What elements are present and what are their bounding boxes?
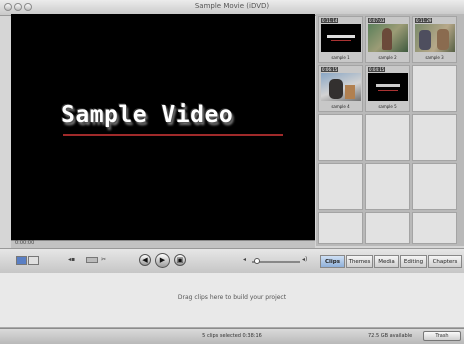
tab-editing[interactable]: Editing	[400, 255, 427, 268]
imovie-window: Sample Movie (iDVD) Sample Video 0:11:14…	[0, 0, 464, 344]
clip-label: sample 2	[378, 55, 397, 60]
clip-preview	[368, 24, 408, 52]
empty-clip-slot[interactable]	[318, 163, 363, 210]
empty-clip-slot[interactable]	[365, 114, 410, 161]
empty-clip-slot[interactable]	[412, 65, 457, 112]
trash-button[interactable]: Trash	[423, 331, 461, 341]
clip-preview	[321, 73, 361, 101]
clip-viewer-area[interactable]: Drag clips here to build your project	[0, 273, 464, 328]
playhead-time: 0:00:00	[15, 240, 35, 246]
clip-preview	[321, 24, 361, 52]
empty-clip-slot[interactable]	[365, 163, 410, 210]
clip-label: sample 4	[331, 104, 350, 109]
empty-clip-slot[interactable]	[412, 163, 457, 210]
empty-clip-slot[interactable]	[318, 212, 363, 244]
tab-themes[interactable]: Themes	[346, 255, 373, 268]
timeline-mode-button[interactable]	[28, 256, 39, 265]
empty-clip-slot[interactable]	[318, 114, 363, 161]
clip-label: sample 5	[378, 104, 397, 109]
volume-slider-knob[interactable]	[254, 258, 260, 264]
clip-duration: 0:11:14	[321, 18, 339, 23]
play-button[interactable]: ▶	[155, 253, 170, 268]
clip-thumbnail-2[interactable]: 0:07:03 sample 2	[365, 16, 410, 63]
camera-icon[interactable]: ◂▪	[68, 256, 75, 263]
clip-thumbnail-4[interactable]: 0:06:15 sample 4	[318, 65, 363, 112]
clip-preview	[368, 73, 408, 101]
clip-thumbnail-1[interactable]: 0:11:14 sample 1	[318, 16, 363, 63]
fullscreen-play-button[interactable]: ▣	[174, 254, 186, 266]
tab-media[interactable]: Media	[374, 255, 399, 268]
empty-clip-slot[interactable]	[365, 212, 410, 244]
tab-clips[interactable]: Clips	[320, 255, 345, 268]
title-underline	[63, 134, 283, 136]
clip-duration: 0:04:15	[368, 67, 386, 72]
camera-mode-switch[interactable]	[86, 257, 98, 263]
playback-controls-bar: ◂▪ ✂ ◀ ▶ ▣ ◂ ◂) Clips Themes Media Editi…	[0, 248, 464, 274]
volume-low-icon: ◂	[243, 256, 247, 263]
clip-mode-button[interactable]	[16, 256, 27, 265]
clip-preview	[415, 24, 455, 52]
tab-chapters[interactable]: Chapters	[428, 255, 462, 268]
clip-duration: 0:06:15	[321, 67, 339, 72]
clip-duration: 0:07:03	[368, 18, 386, 23]
disk-space-status: 72.5 GB available	[368, 333, 413, 339]
window-title: Sample Movie (iDVD)	[194, 2, 270, 10]
video-viewer[interactable]: Sample Video	[11, 14, 315, 240]
volume-high-icon: ◂)	[302, 256, 308, 263]
clip-label: sample 1	[331, 55, 350, 60]
clip-thumbnail-3[interactable]: 0:11:29 sample 3	[412, 16, 457, 63]
drop-hint: Drag clips here to build your project	[177, 294, 287, 301]
viewer-overlay-text: Sample Video	[61, 102, 234, 128]
empty-clip-slot[interactable]	[412, 212, 457, 244]
status-bar: 5 clips selected 0:38:16 72.5 GB availab…	[0, 328, 464, 344]
rewind-button[interactable]: ◀	[139, 254, 151, 266]
empty-clip-slot[interactable]	[412, 114, 457, 161]
scissors-icon: ✂	[101, 256, 107, 263]
clip-thumbnail-5[interactable]: 0:04:15 sample 5	[365, 65, 410, 112]
clip-label: sample 3	[425, 55, 444, 60]
clip-duration: 0:11:29	[415, 18, 433, 23]
clips-pane: 0:11:14 sample 1 0:07:03 sample 2 0:11:2…	[316, 14, 464, 246]
